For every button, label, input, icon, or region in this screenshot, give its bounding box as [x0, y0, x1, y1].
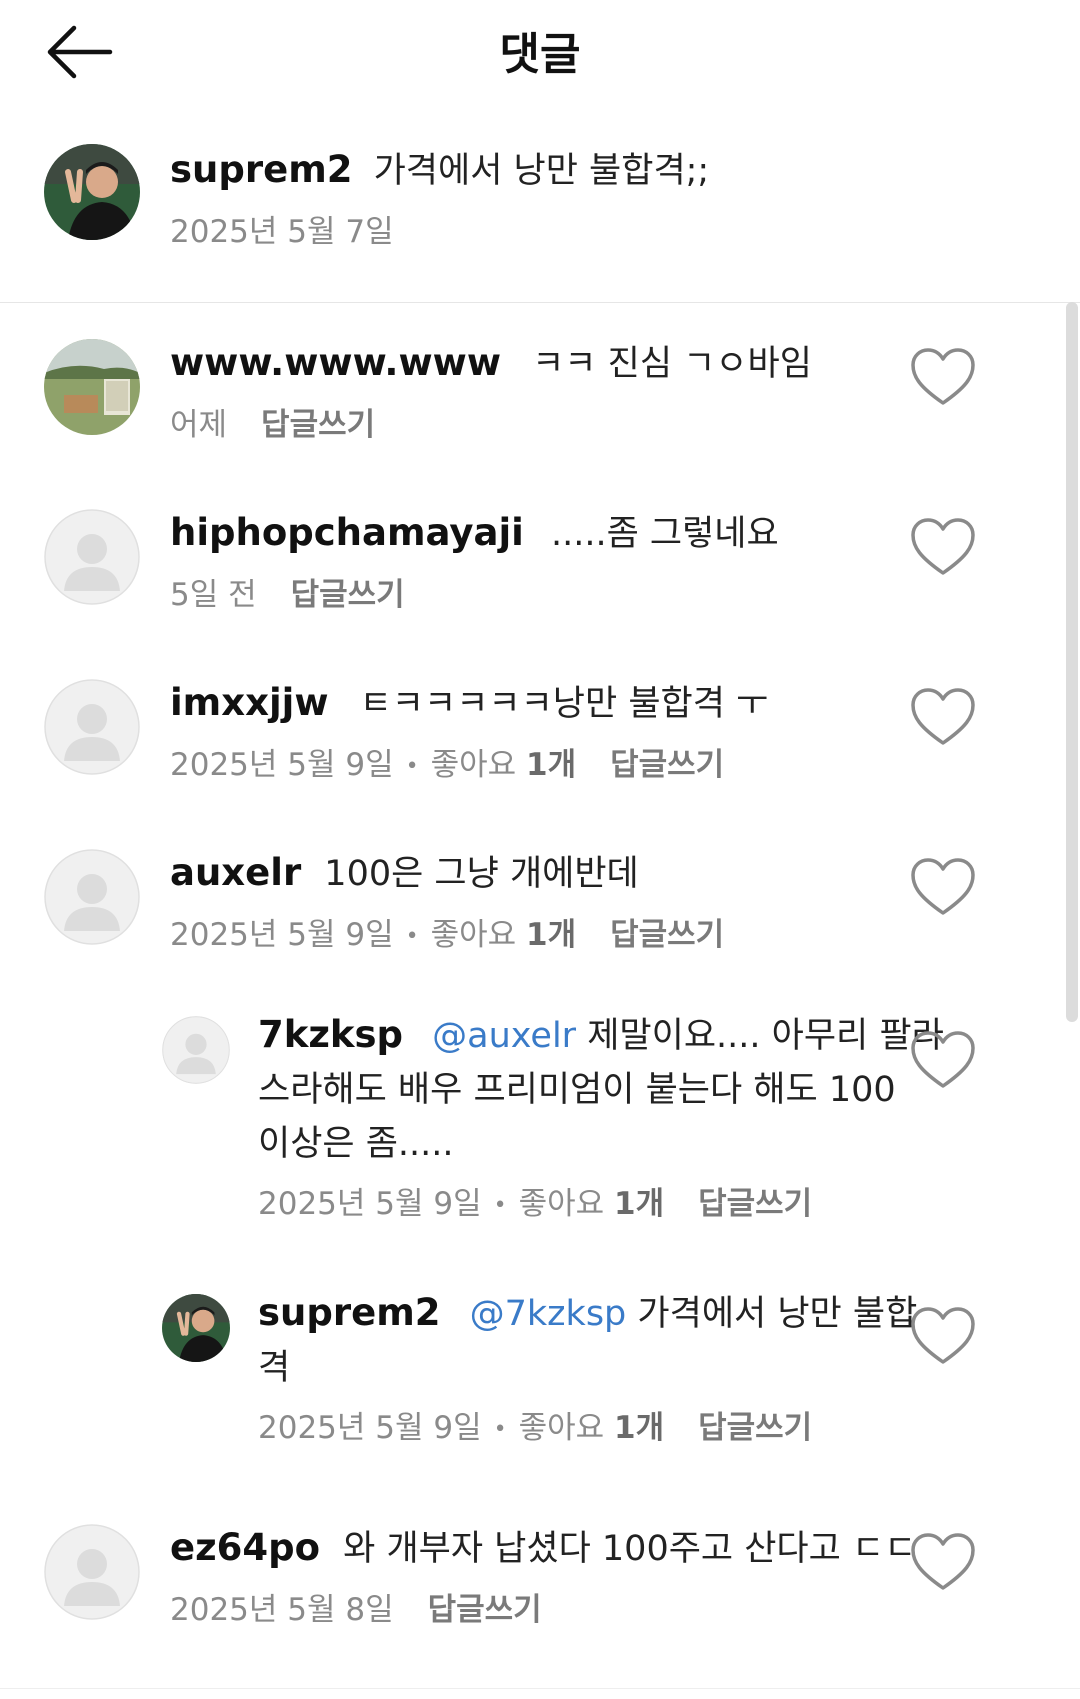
- caption-date: 2025년 5월 7일: [170, 214, 394, 250]
- likes-label[interactable]: 좋아요: [519, 1410, 605, 1446]
- comment-item: www.www.www ㅋㅋ 진심 ㄱㅇ바임 어제 답글쓰기: [0, 303, 1080, 473]
- comment-item: hiphopchamayaji .....좀 그렇네요 5일 전 답글쓰기: [0, 473, 1080, 643]
- comment-date: 2025년 5월 9일: [258, 1410, 482, 1446]
- likes-count[interactable]: 1개: [614, 1410, 664, 1446]
- comment-date: 5일 전: [170, 577, 257, 613]
- comment-username[interactable]: auxelr: [170, 851, 301, 894]
- heart-icon[interactable]: [910, 347, 976, 407]
- heart-icon[interactable]: [910, 517, 976, 577]
- comment-meta: 2025년 5월 9일 • 좋아요 1개 답글쓰기: [258, 1410, 813, 1446]
- reply-button[interactable]: 답글쓰기: [291, 577, 405, 613]
- comment-text: 100은 그냥 개에반데: [324, 854, 639, 894]
- heart-icon[interactable]: [910, 1532, 976, 1592]
- reply-button[interactable]: 답글쓰기: [610, 917, 724, 953]
- caption-text: 가격에서 낭만 불합격;;: [373, 151, 710, 191]
- mention-link[interactable]: @7kzksp: [470, 1294, 627, 1334]
- comment-item: ez64po 와 개부자 납셨다 100주고 산다고 ㄷㄷ 2025년 5월 8…: [0, 1512, 1080, 1682]
- scrollbar[interactable]: [1066, 302, 1078, 1022]
- comment-meta: 어제 답글쓰기: [170, 399, 375, 444]
- likes-label[interactable]: 좋아요: [431, 917, 517, 953]
- mention-link[interactable]: @auxelr: [432, 1016, 576, 1056]
- likes-count[interactable]: 1개: [614, 1186, 664, 1222]
- comment-text: 이상은 좀.....: [258, 1124, 454, 1164]
- comment-username[interactable]: hiphopchamayaji: [170, 511, 524, 554]
- comment-line: imxxjjw ㅌㅋㅋㅋㅋㅋ낭만 불합격 ㅜ: [170, 675, 768, 726]
- reply-button[interactable]: 답글쓰기: [698, 1186, 812, 1222]
- likes-count[interactable]: 1개: [526, 917, 576, 953]
- comment-text: .....좀 그렇네요: [550, 514, 779, 554]
- comment-date: 2025년 5월 9일: [170, 917, 394, 953]
- heart-icon[interactable]: [910, 1306, 976, 1366]
- reply-body: 7kzksp @auxelr 제말이요.... 아무리 팔라 스라해도 배우 프…: [258, 1008, 944, 1171]
- comment-text: 제말이요.... 아무리 팔라: [587, 1016, 944, 1056]
- comment-meta: 2025년 5월 9일 • 좋아요 1개 답글쓰기: [170, 917, 725, 953]
- avatar[interactable]: [44, 849, 140, 945]
- heart-icon[interactable]: [910, 857, 976, 917]
- comment-username[interactable]: 7kzksp: [258, 1013, 403, 1056]
- likes-label[interactable]: 좋아요: [431, 747, 517, 783]
- comment-text: 와 개부자 납셨다 100주고 산다고 ㄷㄷ: [343, 1529, 917, 1569]
- comment-username[interactable]: suprem2: [258, 1291, 441, 1334]
- comment-line: ez64po 와 개부자 납셨다 100주고 산다고 ㄷㄷ: [170, 1520, 916, 1571]
- comment-username[interactable]: imxxjjw: [170, 681, 329, 724]
- divider: [0, 1688, 1080, 1689]
- reply-body: suprem2 @7kzksp 가격에서 낭만 불합 격: [258, 1286, 928, 1395]
- avatar[interactable]: [44, 339, 140, 435]
- caption-username[interactable]: suprem2: [170, 148, 353, 191]
- comment-text: ㅌㅋㅋㅋㅋㅋ낭만 불합격 ㅜ: [359, 684, 769, 724]
- comment-username[interactable]: ez64po: [170, 1526, 320, 1569]
- reply-button[interactable]: 답글쓰기: [610, 747, 724, 783]
- reply-button[interactable]: 답글쓰기: [698, 1410, 812, 1446]
- avatar[interactable]: [162, 1294, 230, 1362]
- comment-date: 2025년 5월 8일: [170, 1592, 394, 1628]
- comment-date: 2025년 5월 9일: [258, 1186, 482, 1222]
- page-title: 댓글: [499, 29, 581, 80]
- comment-line: auxelr 100은 그냥 개에반데: [170, 845, 639, 896]
- comment-meta: 2025년 5월 9일 • 좋아요 1개 답글쓰기: [258, 1186, 813, 1222]
- heart-icon[interactable]: [910, 687, 976, 747]
- comment-meta: 2025년 5월 8일 답글쓰기: [170, 1584, 542, 1629]
- avatar[interactable]: [44, 679, 140, 775]
- likes-count[interactable]: 1개: [526, 747, 576, 783]
- post-caption: suprem2 가격에서 낭만 불합격;; 2025년 5월 7일: [0, 120, 1080, 303]
- comment-item: imxxjjw ㅌㅋㅋㅋㅋㅋ낭만 불합격 ㅜ 2025년 5월 9일 • 좋아요 1…: [0, 643, 1080, 813]
- avatar[interactable]: [44, 509, 140, 605]
- heart-icon[interactable]: [910, 1030, 976, 1090]
- comment-line: hiphopchamayaji .....좀 그렇네요: [170, 505, 779, 556]
- comment-meta: 2025년 5월 9일 • 좋아요 1개 답글쓰기: [170, 747, 725, 783]
- comment-text: 격: [258, 1348, 291, 1388]
- reply-item: 7kzksp @auxelr 제말이요.... 아무리 팔라 스라해도 배우 프…: [0, 1000, 1080, 1270]
- comment-text: 가격에서 낭만 불합: [637, 1294, 918, 1334]
- avatar[interactable]: [162, 1016, 230, 1084]
- comment-item: auxelr 100은 그냥 개에반데 2025년 5월 9일 • 좋아요 1개 답글…: [0, 813, 1080, 983]
- comment-username[interactable]: www.www.www: [170, 341, 501, 384]
- comment-date: 어제: [170, 407, 228, 443]
- comment-text: ㅋㅋ 진심 ㄱㅇ바임: [532, 344, 812, 384]
- comment-text: 스라해도 배우 프리미엄이 붙는다 해도 100: [258, 1070, 896, 1110]
- caption-line: suprem2 가격에서 낭만 불합격;;: [170, 142, 709, 193]
- reply-item: suprem2 @7kzksp 가격에서 낭만 불합 격 2025년 5월 9일…: [0, 1276, 1080, 1506]
- likes-label[interactable]: 좋아요: [519, 1186, 605, 1222]
- header: 댓글: [0, 0, 1080, 110]
- comment-date: 2025년 5월 9일: [170, 747, 394, 783]
- comment-meta: 5일 전 답글쓰기: [170, 569, 405, 614]
- reply-button[interactable]: 답글쓰기: [261, 407, 375, 443]
- avatar[interactable]: [44, 1524, 140, 1620]
- comment-line: www.www.www ㅋㅋ 진심 ㄱㅇ바임: [170, 335, 812, 386]
- avatar[interactable]: [44, 144, 140, 240]
- reply-button[interactable]: 답글쓰기: [428, 1592, 542, 1628]
